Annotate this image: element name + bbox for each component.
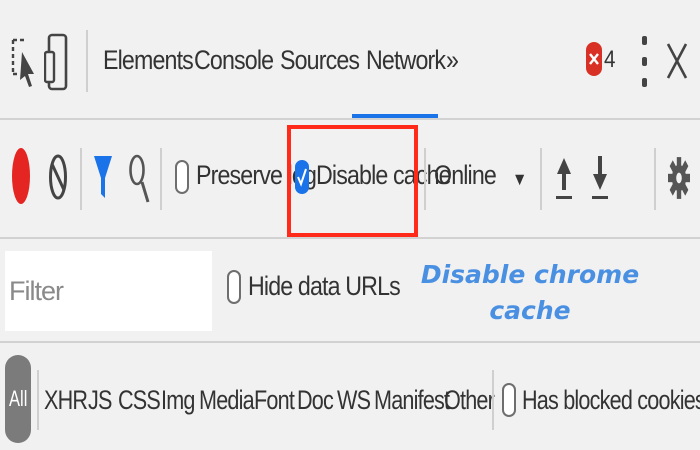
filter-input-wrapper	[5, 251, 212, 331]
type-filter-ws[interactable]: WS	[337, 372, 371, 428]
more-options-icon[interactable]	[638, 32, 652, 90]
caption-line-1: Disable chrome	[420, 260, 640, 289]
close-x-icon	[589, 53, 599, 65]
type-filter-css[interactable]: CSS	[118, 372, 161, 428]
clear-icon[interactable]	[48, 152, 68, 202]
type-filter-separator	[492, 370, 494, 430]
export-har-icon[interactable]	[590, 150, 610, 206]
toolbar-separator	[80, 148, 82, 210]
toolbar-separator	[424, 148, 426, 210]
error-badge-icon[interactable]	[586, 42, 602, 76]
type-filter-all-label: All	[8, 386, 28, 411]
error-count: 4	[604, 46, 616, 73]
type-filter-xhr[interactable]: XHR	[44, 372, 88, 428]
inspect-element-icon[interactable]	[10, 34, 38, 90]
type-filter-manifest[interactable]: Manifest	[374, 372, 450, 428]
gear-icon[interactable]	[666, 152, 692, 204]
toolbar-separator	[540, 148, 542, 210]
throttling-select[interactable]: Online	[434, 160, 497, 191]
disable-cache-highlight	[287, 125, 418, 237]
more-tabs-button[interactable]: »	[446, 30, 459, 90]
has-blocked-cookies-checkbox[interactable]	[502, 383, 516, 417]
filter-bar-divider	[0, 341, 700, 343]
hide-data-urls-label: Hide data URLs	[248, 271, 401, 301]
record-icon[interactable]	[10, 142, 32, 210]
filter-icon[interactable]	[92, 152, 114, 204]
type-filter-separator	[37, 370, 39, 430]
close-devtools-icon[interactable]	[666, 40, 688, 82]
preserve-log-checkbox[interactable]	[175, 160, 189, 194]
type-filter-js[interactable]: JS	[88, 372, 112, 428]
has-blocked-cookies-label: Has blocked cookies	[522, 385, 700, 415]
type-filter-other[interactable]: Other	[444, 372, 495, 428]
type-filter-doc[interactable]: Doc	[297, 372, 334, 428]
caption-line-2: cache	[489, 296, 571, 325]
tab-bar-separator	[86, 30, 88, 92]
type-filter-all[interactable]: All	[5, 355, 31, 443]
device-toolbar-icon[interactable]	[44, 32, 70, 92]
import-har-icon[interactable]	[554, 150, 574, 206]
search-icon[interactable]	[128, 150, 150, 206]
filter-input[interactable]	[5, 251, 212, 331]
tab-console[interactable]: Console	[194, 30, 274, 90]
devtools-tab-bar: Elements Console Sources Network » 4	[0, 0, 700, 118]
hide-data-urls-checkbox[interactable]	[227, 270, 241, 304]
throttling-dropdown-icon[interactable]: ▼	[512, 162, 527, 196]
tab-sources[interactable]: Sources	[280, 30, 360, 90]
type-filter-img[interactable]: Img	[161, 372, 195, 428]
type-filter-media[interactable]: Media	[199, 372, 255, 428]
toolbar-separator	[654, 148, 656, 210]
type-filter-font[interactable]: Font	[254, 372, 295, 428]
toolbar-separator	[160, 148, 162, 210]
tab-network[interactable]: Network	[366, 30, 446, 90]
tab-elements[interactable]: Elements	[103, 30, 194, 90]
